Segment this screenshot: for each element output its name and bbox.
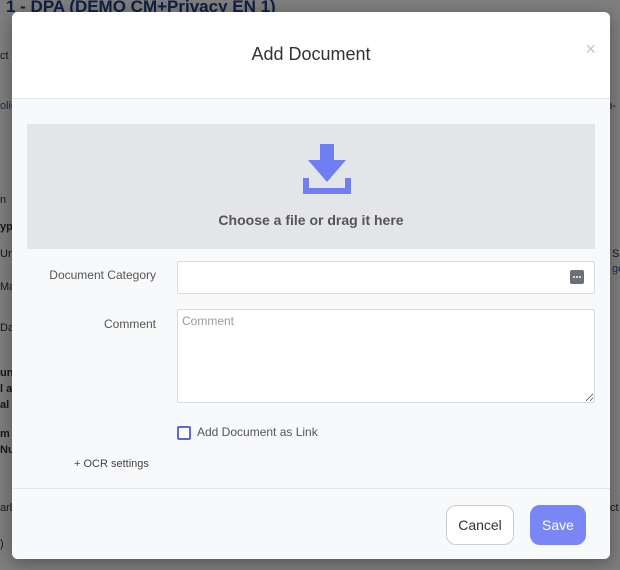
save-button[interactable]: Save	[530, 505, 586, 545]
comment-label: Comment	[103, 317, 156, 331]
download-icon	[303, 144, 351, 194]
document-category-field[interactable]	[177, 261, 595, 294]
add-document-dialog: Add Document × Choose a file or drag it …	[12, 12, 610, 559]
dialog-header: Add Document ×	[12, 12, 610, 99]
document-category-label: Document Category	[49, 268, 156, 282]
dialog-footer: Cancel Save	[12, 488, 610, 559]
file-dropzone[interactable]: Choose a file or drag it here	[27, 124, 595, 249]
ocr-settings-toggle[interactable]: + OCR settings	[74, 458, 149, 470]
add-as-link-checkbox[interactable]	[177, 426, 191, 440]
more-options-icon[interactable]	[570, 270, 584, 284]
dialog-title: Add Document	[251, 44, 371, 64]
cancel-button[interactable]: Cancel	[446, 505, 514, 545]
dropzone-text: Choose a file or drag it here	[218, 212, 404, 228]
add-as-link-label[interactable]: Add Document as Link	[197, 425, 318, 439]
close-icon[interactable]: ×	[585, 40, 596, 58]
comment-field[interactable]	[177, 309, 595, 403]
